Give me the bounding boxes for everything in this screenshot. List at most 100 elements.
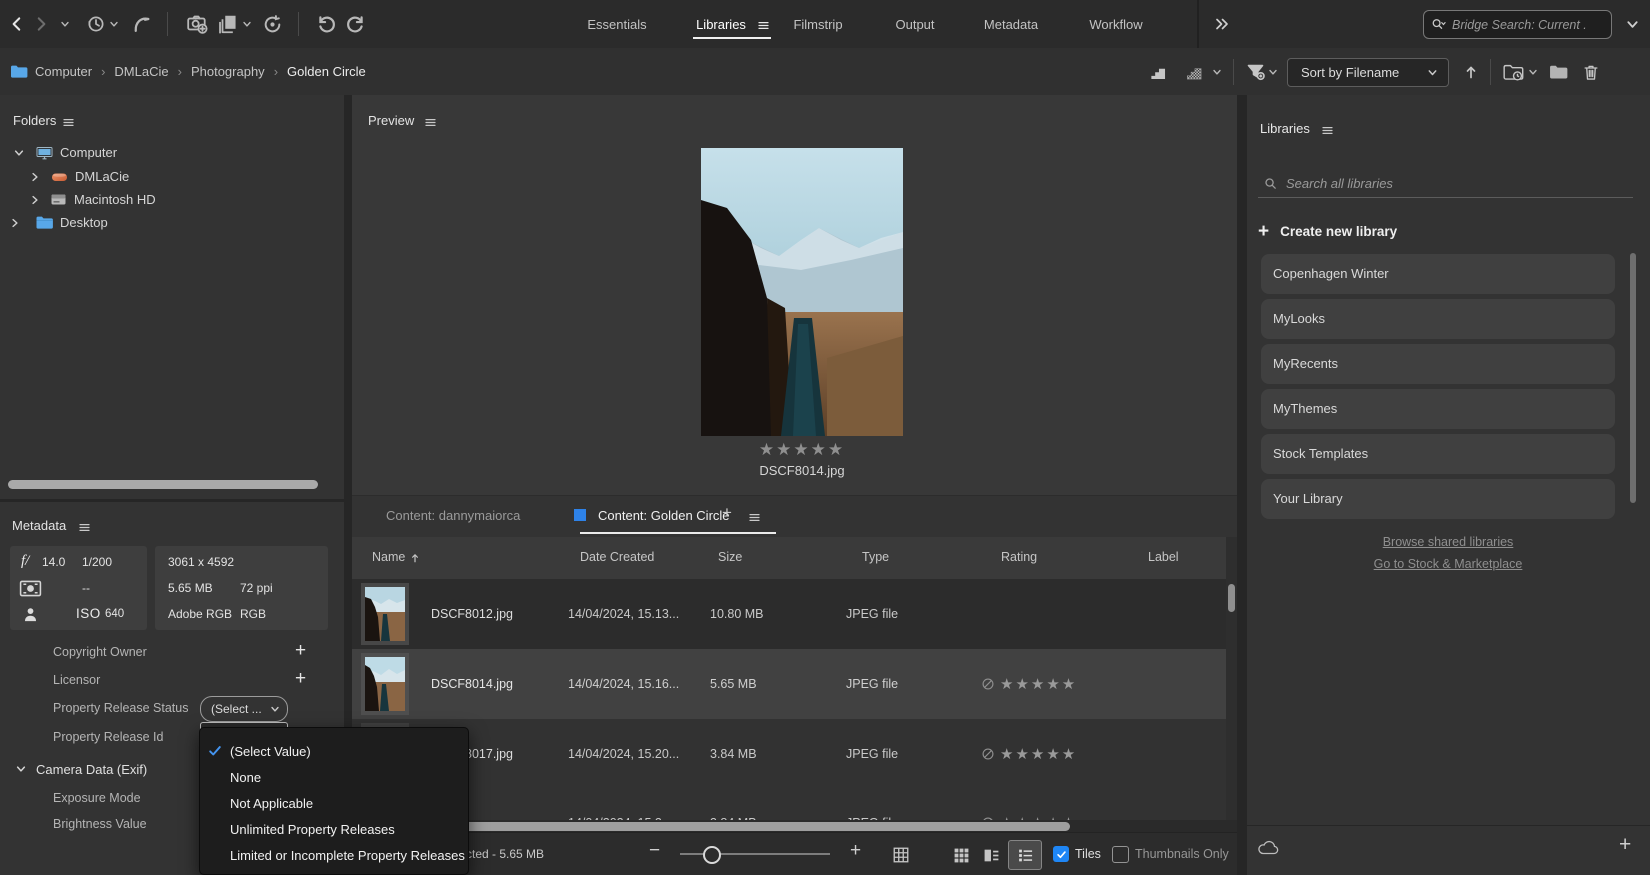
column-header-rating[interactable]: Rating <box>1001 550 1037 564</box>
collapsed-chevron-icon[interactable] <box>28 193 42 207</box>
filter-dropdown-button[interactable] <box>1266 64 1280 80</box>
libraries-search-input[interactable] <box>1282 176 1633 191</box>
preview-panel-menu-icon[interactable] <box>422 114 438 130</box>
add-value-button[interactable]: + <box>295 668 306 690</box>
add-value-button[interactable]: + <box>295 640 306 662</box>
cell-rating-stars[interactable]: ★★★★★ <box>1000 814 1077 820</box>
preview-rating-stars[interactable]: ★★★★★ <box>759 440 845 460</box>
thumbnails-only-label[interactable]: Thumbnails Only <box>1135 847 1229 861</box>
folders-scrollbar[interactable] <box>8 480 318 489</box>
collapsed-chevron-icon[interactable] <box>28 170 42 184</box>
tiles-checkbox[interactable] <box>1053 846 1069 862</box>
browse-shared-libraries-link[interactable]: Browse shared libraries <box>1383 535 1514 549</box>
tab-metadata[interactable]: Metadata <box>984 17 1038 32</box>
back-button[interactable] <box>6 12 28 36</box>
content-vertical-scrollbar-thumb[interactable] <box>1228 584 1235 612</box>
tree-item-dmlacie[interactable]: DMLaCie <box>0 165 344 188</box>
sort-ascending-button[interactable] <box>1460 60 1482 84</box>
menu-item-limited[interactable]: Limited or Incomplete Property Releases <box>200 842 468 868</box>
metadata-panel-menu-icon[interactable] <box>76 519 92 535</box>
column-header-label[interactable]: Label <box>1148 550 1179 564</box>
library-item[interactable]: Stock Templates <box>1261 434 1615 474</box>
table-row[interactable]: 14/04/2024, 15.2... 3.84 MB JPEG file ★★… <box>352 789 1237 820</box>
forward-button[interactable] <box>30 12 52 36</box>
column-header-name[interactable]: Name <box>372 550 405 564</box>
stock-marketplace-link[interactable]: Go to Stock & Marketplace <box>1374 557 1523 571</box>
tree-item-macintosh-hd[interactable]: Macintosh HD <box>0 188 344 211</box>
content-tab-active[interactable]: Content: Golden Circle <box>598 508 730 523</box>
workspace-menu-icon[interactable] <box>755 17 771 33</box>
menu-item-none[interactable]: None <box>200 764 468 790</box>
refresh-button[interactable] <box>259 11 285 37</box>
column-header-type[interactable]: Type <box>862 550 889 564</box>
tab-libraries[interactable]: Libraries <box>696 17 746 32</box>
breadcrumb-item[interactable]: DMLaCie <box>114 64 168 79</box>
menu-item-select-value[interactable]: (Select Value) <box>200 738 468 764</box>
nav-dropdown-button[interactable] <box>56 16 74 32</box>
library-item[interactable]: MyRecents <box>1261 344 1615 384</box>
new-folder-button[interactable] <box>1546 60 1570 84</box>
property-release-status-select[interactable]: (Select ... <box>200 696 288 722</box>
search-options-button[interactable] <box>1622 15 1642 33</box>
no-rating-icon[interactable] <box>980 676 996 692</box>
bridge-search-box[interactable] <box>1423 10 1612 39</box>
quality-dropdown-button[interactable] <box>1210 64 1224 80</box>
list-view-button-active[interactable] <box>1008 840 1042 870</box>
breadcrumb-item-current[interactable]: Golden Circle <box>287 64 366 79</box>
table-row[interactable]: DSCF8012.jpg 14/04/2024, 15.13... 10.80 … <box>352 579 1237 650</box>
collapsed-chevron-icon[interactable] <box>8 216 22 230</box>
sort-direction-icon[interactable] <box>408 550 422 566</box>
libraries-panel-menu-icon[interactable] <box>1319 122 1335 138</box>
libraries-scrollbar[interactable] <box>1630 253 1636 503</box>
menu-item-unlimited[interactable]: Unlimited Property Releases <box>200 816 468 842</box>
add-tab-button[interactable]: + <box>722 503 732 523</box>
recent-folders-button[interactable] <box>1500 60 1526 84</box>
tab-output[interactable]: Output <box>895 17 934 32</box>
rotate-left-button[interactable] <box>314 11 340 37</box>
thumbnail-view-button[interactable] <box>950 844 972 866</box>
libraries-search[interactable] <box>1258 169 1633 198</box>
file-thumbnail[interactable] <box>365 657 405 711</box>
no-rating-icon[interactable] <box>980 746 996 762</box>
zoom-out-button[interactable]: − <box>649 840 660 862</box>
cell-rating-stars[interactable]: ★★★★★ <box>1000 675 1077 693</box>
content-vertical-scrollbar-track[interactable] <box>1226 537 1237 820</box>
copy-files-button[interactable] <box>215 11 241 37</box>
menu-item-not-applicable[interactable]: Not Applicable <box>200 790 468 816</box>
tab-filmstrip[interactable]: Filmstrip <box>793 17 842 32</box>
column-header-date[interactable]: Date Created <box>580 550 654 564</box>
tiles-checkbox-label[interactable]: Tiles <box>1075 847 1101 861</box>
search-input[interactable] <box>1452 18 1611 32</box>
library-item[interactable]: MyLooks <box>1261 299 1615 339</box>
library-item[interactable]: Your Library <box>1261 479 1615 519</box>
more-workspaces-button[interactable] <box>1210 14 1234 34</box>
create-new-library-button[interactable]: + Create new library <box>1258 220 1397 242</box>
tab-essentials[interactable]: Essentials <box>587 17 646 32</box>
no-rating-icon[interactable] <box>980 815 996 820</box>
tree-item-computer[interactable]: Computer <box>0 141 344 164</box>
table-row[interactable]: DSCF8017.jpg 14/04/2024, 15.20... 3.84 M… <box>352 719 1237 790</box>
tree-item-desktop[interactable]: Desktop <box>0 211 344 234</box>
content-tab-inactive[interactable]: Content: dannymaiorca <box>386 508 520 523</box>
cell-rating-stars[interactable]: ★★★★★ <box>1000 745 1077 763</box>
table-row-selected[interactable]: DSCF8014.jpg 14/04/2024, 15.16... 5.65 M… <box>352 649 1237 720</box>
add-library-button[interactable]: + <box>1619 833 1631 857</box>
column-header-size[interactable]: Size <box>718 550 742 564</box>
filter-button[interactable] <box>1244 60 1268 84</box>
rotate-right-button[interactable] <box>342 11 368 37</box>
sort-dropdown[interactable]: Sort by Filename <box>1287 58 1449 87</box>
panel-gap[interactable] <box>1237 95 1247 875</box>
thumbnail-quality-hq-button[interactable] <box>1182 60 1206 84</box>
copy-files-dropdown-button[interactable] <box>240 16 254 32</box>
breadcrumb-item[interactable]: Photography <box>191 64 265 79</box>
cloud-sync-button[interactable] <box>1256 837 1282 857</box>
get-photos-button[interactable] <box>184 11 210 37</box>
zoom-slider-handle[interactable] <box>703 846 721 864</box>
breadcrumb-item[interactable]: Computer <box>35 64 92 79</box>
delete-button[interactable] <box>1579 60 1603 84</box>
preview-image[interactable] <box>701 148 903 436</box>
history-dropdown-button[interactable] <box>107 16 121 32</box>
library-item[interactable]: Copenhagen Winter <box>1261 254 1615 294</box>
thumbnail-quality-fast-button[interactable] <box>1146 60 1170 84</box>
return-to-app-button[interactable] <box>130 12 154 36</box>
